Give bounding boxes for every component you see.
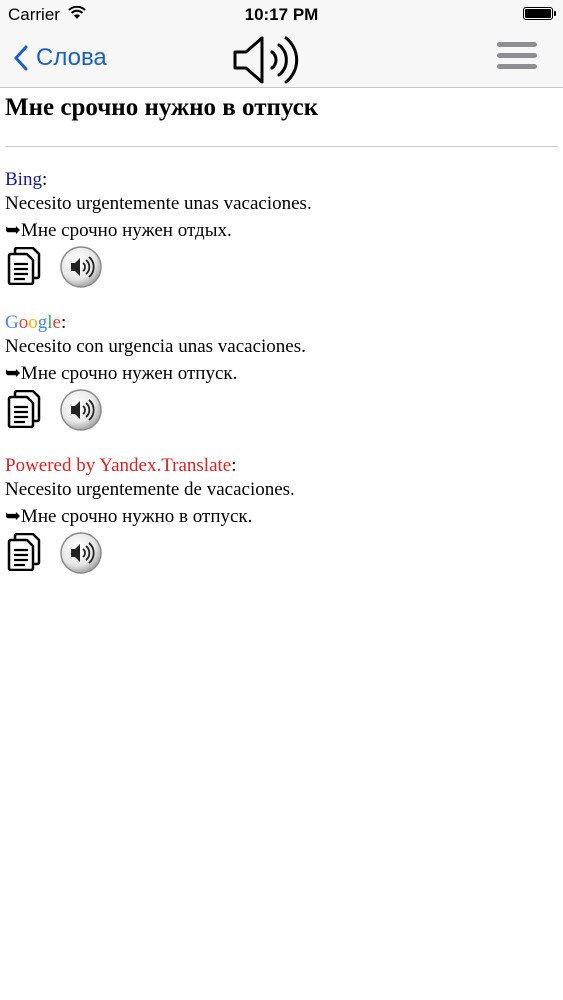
- translation-text: Necesito con urgencia unas vacaciones.: [5, 336, 306, 357]
- source-line: Powered by Yandex.Translate:: [5, 454, 558, 478]
- source-label-yandex[interactable]: Powered by Yandex.Translate: [5, 455, 231, 476]
- status-bar: Carrier 10:17 PM: [0, 0, 563, 30]
- navigation-bar: Слова: [0, 30, 563, 88]
- source-label-bing[interactable]: Bing: [5, 169, 42, 190]
- colon: :: [60, 312, 67, 333]
- source-label-google[interactable]: Google: [5, 312, 61, 333]
- hamburger-menu-icon[interactable]: [497, 42, 537, 74]
- colon: :: [231, 455, 237, 476]
- back-translation: ➥Мне срочно нужен отдых.: [5, 220, 232, 241]
- speaker-icon[interactable]: [232, 32, 304, 88]
- speaker-button-icon[interactable]: [59, 388, 103, 432]
- back-button[interactable]: Слова: [14, 40, 107, 76]
- action-row: [5, 388, 558, 432]
- speaker-button-icon[interactable]: [59, 245, 103, 289]
- translation-google: Google: Necesito con urgencia unas vacac…: [5, 311, 558, 432]
- clock: 10:17 PM: [244, 5, 319, 24]
- battery-icon: [523, 7, 556, 20]
- translation-text: Necesito urgentemente de vacaciones.: [5, 479, 295, 500]
- back-label: Слова: [36, 44, 107, 71]
- page-title: Мне срочно нужно в отпуск: [5, 94, 319, 121]
- chevron-left-icon: [14, 45, 28, 71]
- speaker-button-icon[interactable]: [59, 531, 103, 575]
- back-translation: ➥Мне срочно нужен отпуск.: [5, 363, 238, 384]
- colon: :: [41, 169, 48, 190]
- copy-document-icon[interactable]: [7, 247, 41, 285]
- translation-bing: Bing: Necesito urgentemente unas vacacio…: [5, 168, 558, 289]
- translation-yandex: Powered by Yandex.Translate: Necesito ur…: [5, 454, 558, 575]
- main-content: Мне срочно нужно в отпуск Bing: Necesito…: [5, 87, 558, 575]
- action-row: [5, 245, 558, 289]
- copy-document-icon[interactable]: [7, 533, 41, 571]
- translation-text: Necesito urgentemente unas vacaciones.: [5, 193, 312, 214]
- action-row: [5, 531, 558, 575]
- back-translation: ➥Мне срочно нужно в отпуск.: [5, 506, 253, 527]
- copy-document-icon[interactable]: [7, 390, 41, 428]
- source-line: Bing:: [5, 168, 558, 192]
- title-divider: [5, 146, 558, 147]
- source-line: Google:: [5, 311, 558, 335]
